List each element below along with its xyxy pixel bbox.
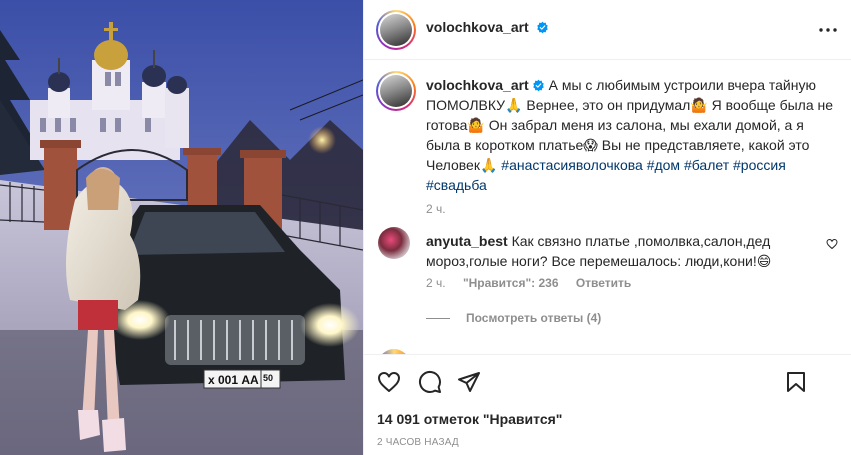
comment-likes[interactable]: "Нравится": 236: [463, 276, 559, 290]
commenter-username[interactable]: anyuta_best: [426, 233, 508, 249]
replies-divider-line: [426, 318, 450, 320]
caption-avatar[interactable]: [376, 71, 416, 111]
post-actions: 14 091 отметок "Нравится" 2 ЧАСОВ НАЗАД: [364, 354, 851, 455]
comments-section[interactable]: volochkova_art А мы с любимым устроили в…: [364, 61, 851, 354]
comment-item: anyuta_best Как связно платье ,помолвка,…: [376, 227, 840, 297]
heart-icon[interactable]: [377, 370, 401, 394]
comment-text: anyuta_best Как связно платье ,помолвка,…: [426, 231, 810, 271]
view-replies-label: Посмотреть ответы (4): [466, 311, 602, 325]
caption-hashtag-last[interactable]: #свадьба: [426, 177, 487, 193]
verified-badge-icon: [537, 21, 548, 34]
caption-hashtags[interactable]: #анастасияволочкова #дом #балет #россия: [501, 157, 786, 173]
post-photo[interactable]: х 001 АА 50: [0, 0, 363, 455]
paper-plane-icon[interactable]: [457, 370, 481, 394]
post-timestamp: 2 ЧАСОВ НАЗАД: [377, 437, 459, 448]
more-options-icon[interactable]: [818, 22, 838, 38]
verified-badge-icon: [533, 79, 544, 92]
post-details-panel: volochkova_art volochkova_art А мы с люб…: [363, 0, 851, 455]
commenter-avatar[interactable]: [378, 227, 410, 259]
comment-line-2: мороз,голые ноги? Все перемешалось: люди…: [426, 253, 772, 269]
comment-meta: 2 ч. "Нравится": 236 Ответить: [426, 276, 645, 290]
caption-line-2: ПОМОЛВКУ🙏 Вернее, это он придумал🤷 Я воо…: [426, 97, 834, 113]
caption-username[interactable]: volochkova_art: [426, 77, 529, 93]
comment-like-heart-icon[interactable]: [826, 238, 838, 250]
author-info: volochkova_art: [426, 19, 549, 37]
author-avatar[interactable]: [376, 10, 416, 50]
post-image: х 001 АА 50: [0, 0, 363, 455]
comment-icon[interactable]: [418, 370, 442, 394]
license-plate-text: х 001 АА: [208, 373, 259, 387]
bookmark-icon[interactable]: [784, 370, 808, 394]
author-username[interactable]: volochkova_art: [426, 19, 529, 35]
caption-line-5: Человек🙏: [426, 157, 498, 173]
caption-time: 2 ч.: [426, 202, 446, 216]
view-replies-button[interactable]: Посмотреть ответы (4): [426, 311, 601, 325]
comment-time: 2 ч.: [426, 276, 446, 290]
reply-button[interactable]: Ответить: [576, 276, 631, 290]
likes-count[interactable]: 14 091 отметок "Нравится": [377, 411, 562, 427]
caption-line-3: готова🤷 Он забрал меня из салона, мы еха…: [426, 117, 804, 133]
comment-line-1: Как связно платье ,помолвка,салон,дед: [511, 233, 771, 249]
post-header: volochkova_art: [364, 0, 851, 60]
caption-text: volochkova_art А мы с любимым устроили в…: [426, 75, 836, 195]
caption-line-4: была в коротком платье😱 Вы не представля…: [426, 137, 810, 153]
caption-line-1: А мы с любимым устроили вчера тайную: [548, 77, 816, 93]
license-plate-region: 50: [263, 373, 273, 383]
